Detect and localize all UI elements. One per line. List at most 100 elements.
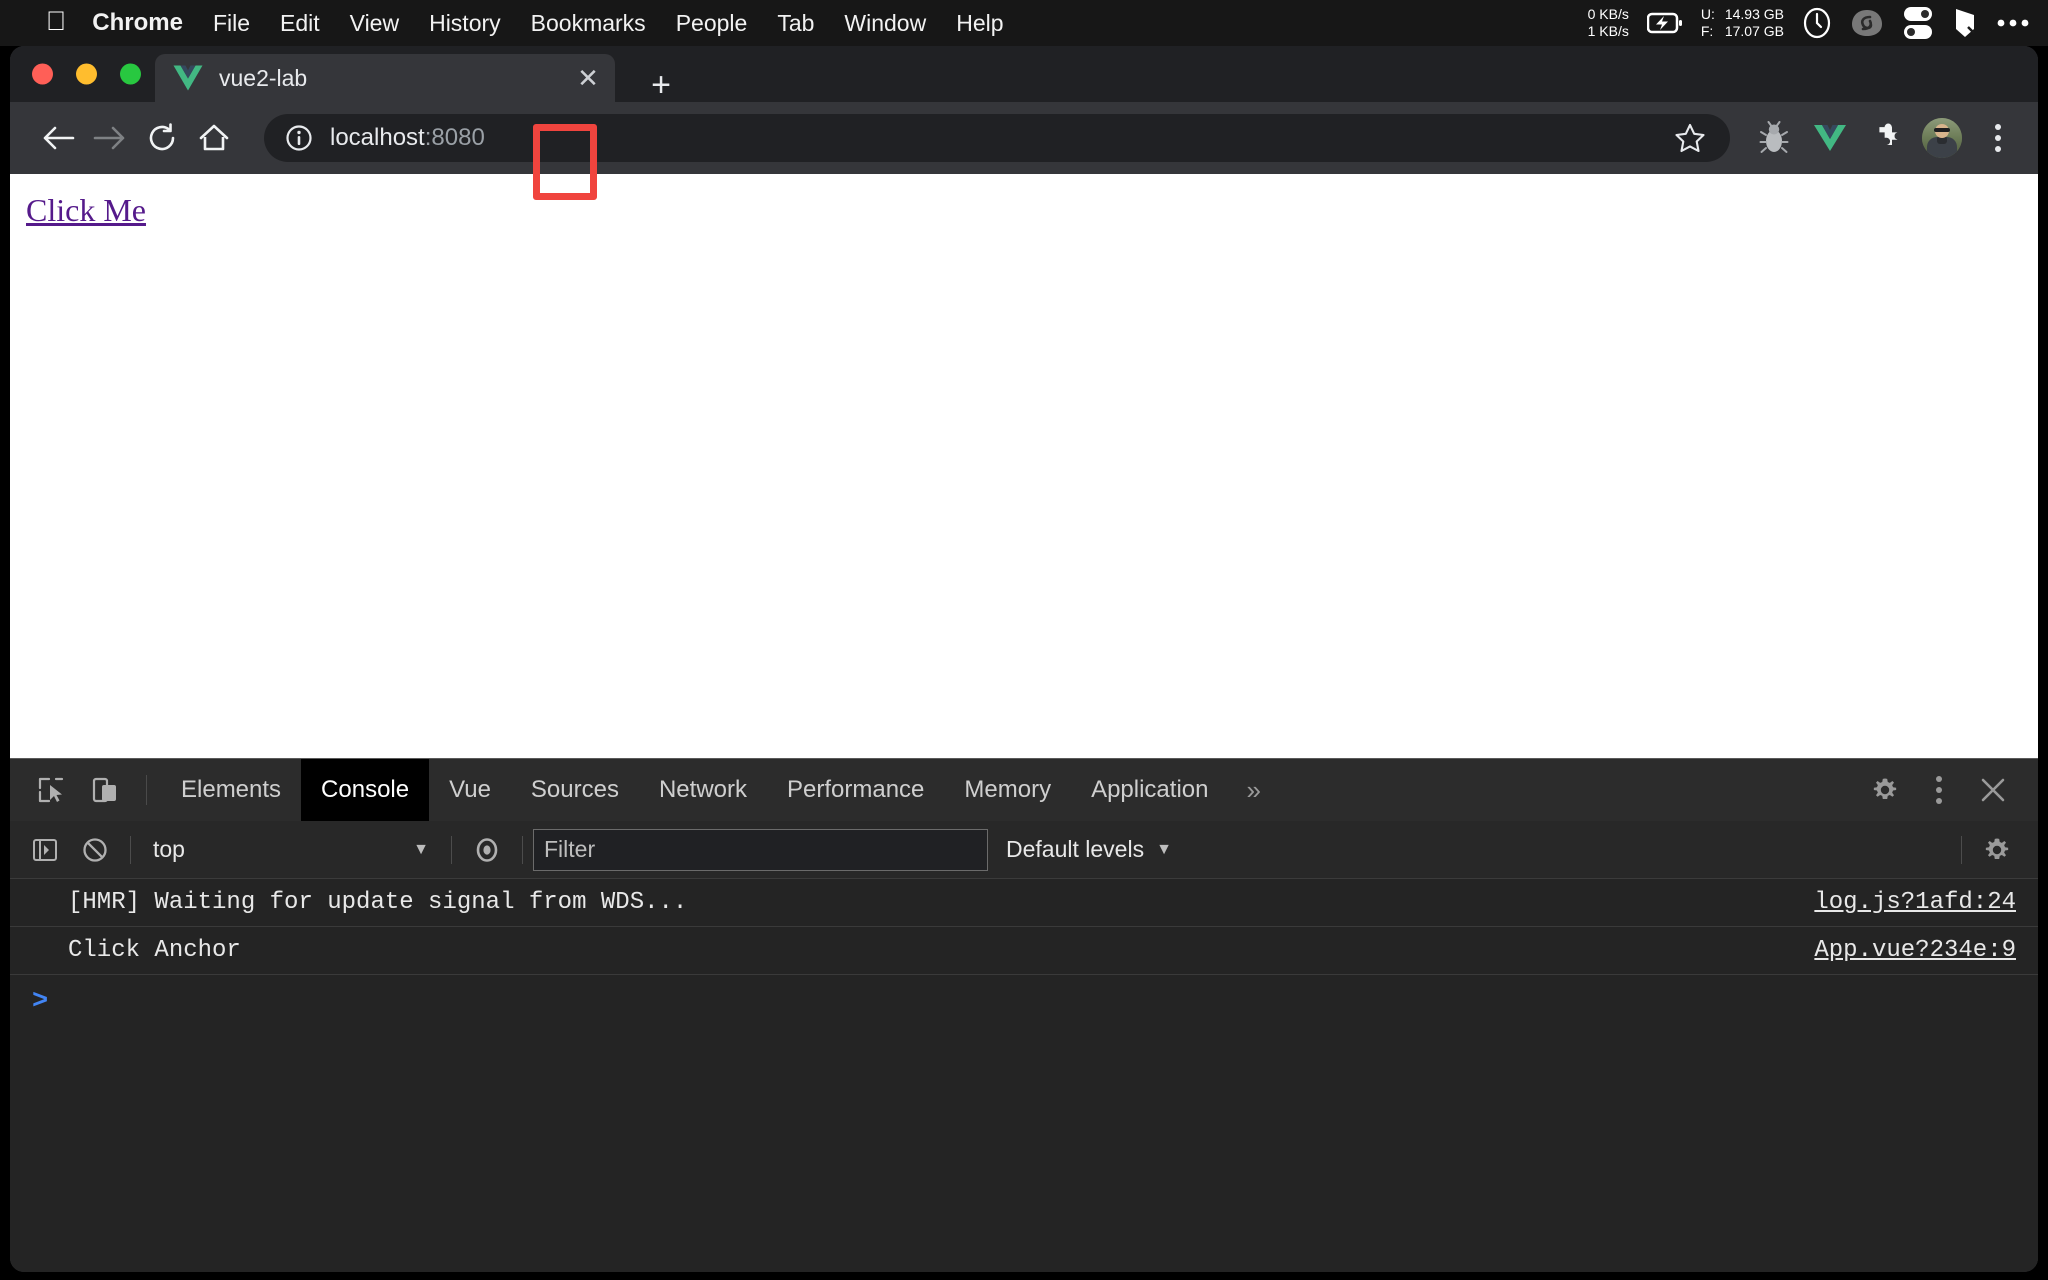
filterbar-divider-2 xyxy=(451,835,452,864)
close-icon[interactable]: ✕ xyxy=(571,61,605,95)
chevron-down-icon: ▼ xyxy=(413,840,429,858)
more-tabs-icon[interactable]: » xyxy=(1228,759,1278,821)
ellipsis-icon[interactable] xyxy=(1996,17,2030,29)
maximize-window-button[interactable] xyxy=(120,63,141,85)
tab-performance[interactable]: Performance xyxy=(767,759,944,821)
minimize-window-button[interactable] xyxy=(76,63,97,85)
memory-usage-indicator[interactable]: U: 14.93 GB F: 17.07 GB xyxy=(1701,6,1784,40)
close-devtools-icon[interactable] xyxy=(1966,759,2020,821)
extensions-puzzle-icon[interactable] xyxy=(1860,112,1912,164)
battery-charging-icon[interactable] xyxy=(1646,12,1683,34)
menu-bar-status-items: 0 KB/s 1 KB/s U: 14.93 GB F: 17.07 GB xyxy=(1588,0,2030,46)
filterbar-divider-1 xyxy=(130,835,131,864)
star-outline-icon[interactable] xyxy=(1670,118,1710,158)
console-sidebar-icon[interactable] xyxy=(20,825,70,875)
address-bar[interactable]: localhost:8080 xyxy=(264,114,1730,162)
memory-free-label: F: xyxy=(1700,23,1714,39)
chevron-down-icon: ▼ xyxy=(1156,840,1172,858)
macos-menu-bar:  Chrome File Edit View History Bookmark… xyxy=(0,0,2048,46)
context-value: top xyxy=(153,836,185,862)
screen:  Chrome File Edit View History Bookmark… xyxy=(0,0,2048,1280)
tab-application[interactable]: Application xyxy=(1071,759,1228,821)
tab-strip: vue2-lab ✕ + xyxy=(10,46,2038,102)
filterbar-right-actions xyxy=(1951,825,2038,875)
console-settings-gear-icon[interactable] xyxy=(1972,825,2022,875)
chrome-menu-icon[interactable] xyxy=(1972,112,2024,164)
filterbar-divider-4 xyxy=(1961,835,1962,864)
browser-toolbar: localhost:8080 xyxy=(10,102,2038,174)
memory-used-value: 14.93 GB xyxy=(1724,6,1784,22)
tab-memory[interactable]: Memory xyxy=(944,759,1071,821)
console-row[interactable]: Click Anchor App.vue?234e:9 xyxy=(10,927,2038,975)
console-context-selector[interactable]: top ▼ xyxy=(141,830,441,870)
menu-item-people[interactable]: People xyxy=(676,10,748,37)
flag-icon[interactable] xyxy=(1952,7,1978,39)
eye-icon[interactable] xyxy=(462,825,512,875)
click-me-link[interactable]: Click Me xyxy=(26,192,146,229)
menu-item-bookmarks[interactable]: Bookmarks xyxy=(531,10,646,37)
filterbar-divider-3 xyxy=(522,835,523,864)
home-icon[interactable] xyxy=(188,112,240,164)
tab-console[interactable]: Console xyxy=(301,759,430,821)
menu-item-window[interactable]: Window xyxy=(844,10,926,37)
vue-devtools-icon[interactable] xyxy=(1804,112,1856,164)
memory-free-value: 17.07 GB xyxy=(1724,23,1784,39)
memory-used-label: U: xyxy=(1700,6,1715,22)
log-levels-selector[interactable]: Default levels ▼ xyxy=(1006,836,1172,863)
console-message-text: [HMR] Waiting for update signal from WDS… xyxy=(68,889,688,916)
loop-icon[interactable] xyxy=(1850,8,1884,38)
close-window-button[interactable] xyxy=(32,63,53,85)
devtools-panel: Elements Console Vue Sources Network Per… xyxy=(10,758,2038,1272)
console-input-prompt[interactable]: > xyxy=(10,975,2038,1029)
network-speed-indicator[interactable]: 0 KB/s 1 KB/s xyxy=(1588,6,1629,40)
window-traffic-lights xyxy=(32,63,141,85)
tab-title: vue2-lab xyxy=(219,64,308,91)
prompt-caret-icon: > xyxy=(32,987,49,1017)
console-message-list: [HMR] Waiting for update signal from WDS… xyxy=(10,879,2038,1272)
avatar xyxy=(1922,118,1962,158)
menu-item-tab[interactable]: Tab xyxy=(777,10,814,37)
console-source-link[interactable]: App.vue?234e:9 xyxy=(1814,937,2016,964)
devtools-tab-bar: Elements Console Vue Sources Network Per… xyxy=(10,759,2038,821)
devtools-menu-icon[interactable] xyxy=(1912,759,1966,821)
tab-elements[interactable]: Elements xyxy=(161,759,301,821)
menu-item-view[interactable]: View xyxy=(350,10,399,37)
apple-logo-icon[interactable]:  xyxy=(46,7,66,35)
url-port: :8080 xyxy=(424,124,485,151)
toolbar-divider xyxy=(146,775,147,805)
menu-item-chrome[interactable]: Chrome xyxy=(92,9,183,37)
clear-console-icon[interactable] xyxy=(70,825,120,875)
console-source-link[interactable]: log.js?1afd:24 xyxy=(1814,889,2016,916)
network-download-speed: 1 KB/s xyxy=(1587,23,1629,39)
url-host: localhost xyxy=(330,124,425,151)
url-text: localhost:8080 xyxy=(330,124,485,152)
inspect-element-icon[interactable] xyxy=(24,759,78,821)
menu-item-file[interactable]: File xyxy=(213,10,250,37)
menu-item-history[interactable]: History xyxy=(429,10,501,37)
arrow-left-icon[interactable] xyxy=(32,112,84,164)
arrow-right-icon[interactable] xyxy=(84,112,136,164)
console-filter-bar: top ▼ Default levels ▼ xyxy=(10,821,2038,879)
log-levels-label: Default levels xyxy=(1006,836,1145,862)
profile-avatar[interactable] xyxy=(1916,112,1968,164)
menu-item-help[interactable]: Help xyxy=(956,10,1003,37)
network-upload-speed: 0 KB/s xyxy=(1587,6,1629,22)
bug-icon[interactable] xyxy=(1748,112,1800,164)
settings-gear-icon[interactable] xyxy=(1858,759,1912,821)
vue-logo-icon xyxy=(173,64,203,92)
tab-vue[interactable]: Vue xyxy=(429,759,511,821)
browser-tab-vue2-lab[interactable]: vue2-lab ✕ xyxy=(155,54,615,102)
info-circle-icon[interactable] xyxy=(284,123,314,153)
menu-item-edit[interactable]: Edit xyxy=(280,10,320,37)
tab-network[interactable]: Network xyxy=(639,759,767,821)
filter-input[interactable] xyxy=(533,828,988,871)
chrome-browser-window: vue2-lab ✕ + localhost:8080 Click Me Ele… xyxy=(10,46,2038,1272)
clock-icon[interactable] xyxy=(1802,7,1832,39)
reload-icon[interactable] xyxy=(136,112,188,164)
toggles-icon[interactable] xyxy=(1902,6,1934,40)
device-toolbar-icon[interactable] xyxy=(78,759,132,821)
new-tab-button[interactable]: + xyxy=(642,66,680,104)
console-message-text: Click Anchor xyxy=(68,937,241,964)
console-row[interactable]: [HMR] Waiting for update signal from WDS… xyxy=(10,879,2038,927)
tab-sources[interactable]: Sources xyxy=(511,759,639,821)
